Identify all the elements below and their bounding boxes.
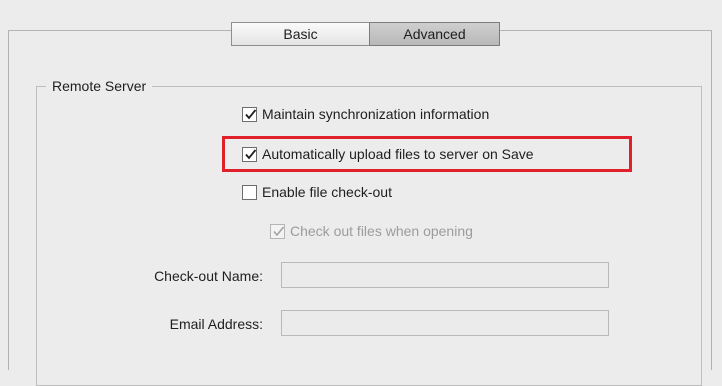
- remote-server-legend: Remote Server: [46, 78, 153, 94]
- tab-advanced[interactable]: Advanced: [369, 22, 500, 46]
- enable-checkout-checkbox[interactable]: [242, 184, 257, 200]
- email-address-field[interactable]: [281, 310, 609, 336]
- auto-upload-checkbox[interactable]: [242, 146, 257, 162]
- checkmark-icon: [245, 108, 257, 119]
- checkout-when-opening-label: Check out files when opening: [290, 223, 473, 239]
- tab-bar: Basic Advanced: [231, 22, 500, 46]
- tab-basic[interactable]: Basic: [231, 22, 369, 46]
- checkout-when-opening-checkbox: [270, 223, 285, 239]
- auto-upload-label: Automatically upload files to server on …: [262, 146, 534, 162]
- auto-upload-option[interactable]: Automatically upload files to server on …: [242, 146, 534, 162]
- maintain-sync-checkbox[interactable]: [242, 106, 257, 122]
- checkmark-icon: [273, 225, 285, 236]
- checkmark-icon: [245, 148, 257, 159]
- email-address-label: Email Address:: [169, 316, 263, 332]
- checkout-when-opening-option: Check out files when opening: [270, 223, 473, 239]
- checkout-name-label: Check-out Name:: [154, 268, 263, 284]
- maintain-sync-option[interactable]: Maintain synchronization information: [242, 106, 489, 122]
- enable-checkout-label: Enable file check-out: [262, 184, 392, 200]
- checkout-name-field[interactable]: [281, 262, 609, 288]
- maintain-sync-label: Maintain synchronization information: [262, 106, 490, 122]
- enable-checkout-option[interactable]: Enable file check-out: [242, 184, 392, 200]
